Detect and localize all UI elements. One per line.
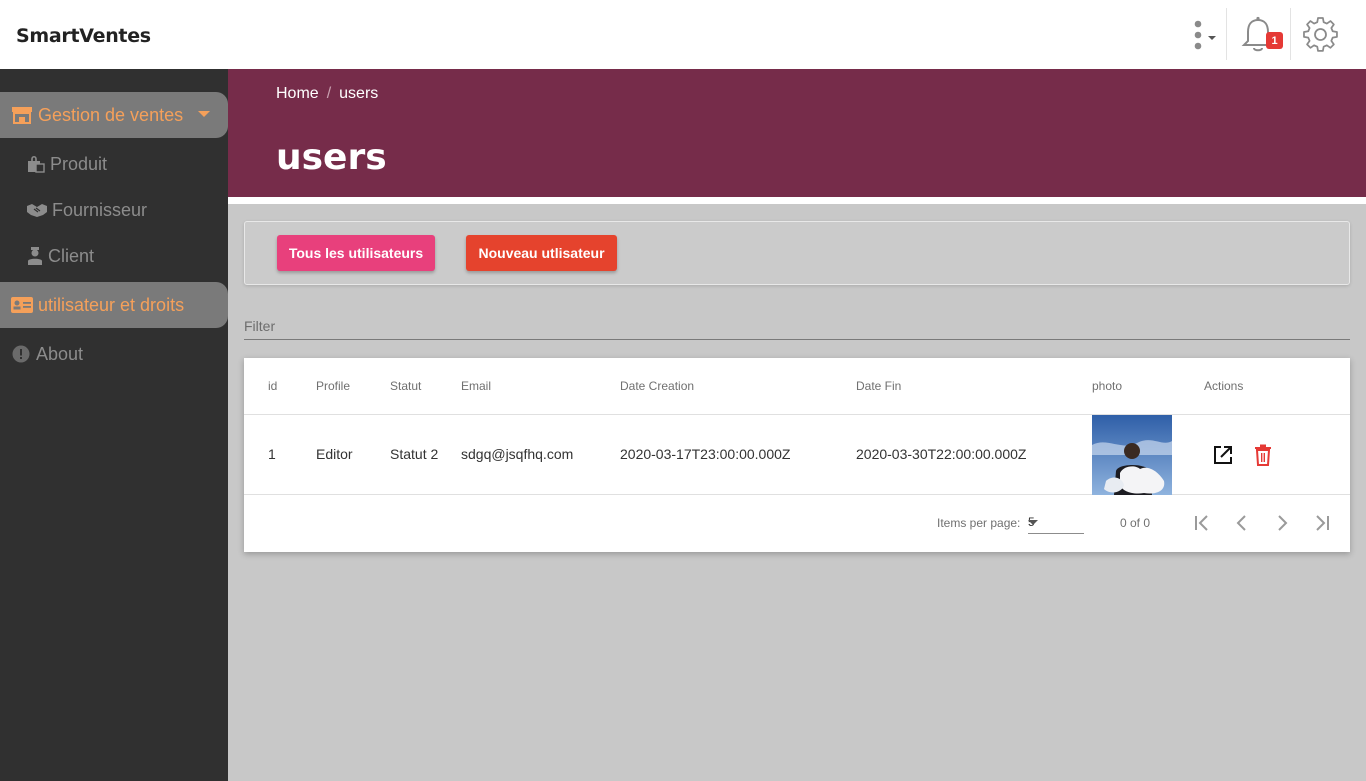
cell-date-creation: 2020-03-17T23:00:00.000Z xyxy=(620,446,791,462)
column-header-email[interactable]: Email xyxy=(461,379,491,393)
users-table: id Profile Statut Email Date Creation Da… xyxy=(244,358,1350,552)
notification-badge: 1 xyxy=(1266,32,1283,49)
handshake-icon xyxy=(26,198,48,222)
breadcrumb-home-link[interactable]: Home xyxy=(276,85,319,103)
user-photo xyxy=(1092,415,1172,495)
toolbar-divider xyxy=(1226,8,1227,60)
trash-icon xyxy=(1255,444,1271,466)
all-users-button[interactable]: Tous les utilisateurs xyxy=(277,235,435,271)
info-icon xyxy=(10,342,32,366)
more-menu-button[interactable] xyxy=(1184,10,1224,60)
page-title: users xyxy=(276,137,387,178)
header-divider xyxy=(228,197,1366,204)
shopping-bag-icon xyxy=(26,152,46,176)
sidebar: Gestion de ventes Produit Fournisseur Cl… xyxy=(0,69,228,781)
column-header-date-creation[interactable]: Date Creation xyxy=(620,379,694,393)
settings-button[interactable] xyxy=(1296,10,1346,60)
breadcrumb-separator: / xyxy=(326,85,332,102)
table-header: id Profile Statut Email Date Creation Da… xyxy=(244,358,1350,415)
cell-id: 1 xyxy=(268,446,276,462)
items-per-page-label: Items per page: xyxy=(937,516,1021,530)
column-header-id[interactable]: id xyxy=(268,379,277,393)
first-page-button[interactable] xyxy=(1188,509,1216,537)
filter-input[interactable] xyxy=(244,318,1350,334)
open-in-new-icon xyxy=(1214,446,1232,464)
notifications-button[interactable]: 1 xyxy=(1230,10,1286,60)
cell-profile: Editor xyxy=(316,446,353,462)
column-header-profile[interactable]: Profile xyxy=(316,379,350,393)
id-card-icon xyxy=(10,293,34,317)
action-card: Tous les utilisateurs Nouveau utlisateur xyxy=(244,221,1350,285)
top-bar: SmartVentes 1 xyxy=(0,0,1366,69)
store-icon xyxy=(10,103,34,127)
chevron-left-icon xyxy=(1236,515,1246,531)
cell-email: sdgq@jsqfhq.com xyxy=(461,446,574,462)
previous-page-button[interactable] xyxy=(1228,509,1256,537)
breadcrumb-current: users xyxy=(339,85,379,102)
sidebar-item-utilisateur-et-droits[interactable]: utilisateur et droits xyxy=(0,282,228,328)
new-user-button[interactable]: Nouveau utlisateur xyxy=(466,235,617,271)
open-user-button[interactable] xyxy=(1210,442,1236,468)
paginator: Items per page: 5 0 of 0 xyxy=(244,495,1350,552)
items-per-page-select[interactable]: 5 xyxy=(1028,512,1084,534)
sidebar-item-label: utilisateur et droits xyxy=(38,294,185,315)
breadcrumb: Home / users xyxy=(276,85,378,103)
sidebar-item-client[interactable]: Client xyxy=(0,233,228,279)
column-header-date-fin[interactable]: Date Fin xyxy=(856,379,901,393)
person-icon xyxy=(26,244,44,268)
toolbar-divider xyxy=(1290,8,1291,60)
sidebar-item-label: Produit xyxy=(50,153,108,174)
first-page-icon xyxy=(1195,515,1208,531)
filter-field xyxy=(244,310,1350,340)
column-header-statut[interactable]: Statut xyxy=(390,379,421,393)
sidebar-item-fournisseur[interactable]: Fournisseur xyxy=(0,187,228,233)
dropdown-arrow-icon xyxy=(1028,520,1038,525)
last-page-button[interactable] xyxy=(1308,509,1336,537)
sidebar-item-about[interactable]: About xyxy=(0,331,228,377)
sidebar-item-label: About xyxy=(36,343,84,364)
sidebar-item-produit[interactable]: Produit xyxy=(0,141,228,187)
chevron-right-icon xyxy=(1278,515,1288,531)
more-vert-icon xyxy=(1194,20,1216,50)
column-header-photo: photo xyxy=(1092,379,1123,393)
app-brand[interactable]: SmartVentes xyxy=(16,25,151,47)
next-page-button[interactable] xyxy=(1268,509,1296,537)
cell-date-fin: 2020-03-30T22:00:00.000Z xyxy=(856,446,1027,462)
page-range-label: 0 of 0 xyxy=(1120,516,1151,530)
gear-icon xyxy=(1303,17,1338,52)
delete-user-button[interactable] xyxy=(1250,442,1276,468)
sidebar-item-gestion-de-ventes[interactable]: Gestion de ventes xyxy=(0,92,228,138)
sidebar-item-label: Fournisseur xyxy=(52,199,148,220)
cell-statut: Statut 2 xyxy=(390,446,439,462)
page-header: Home / users users xyxy=(228,69,1366,197)
sidebar-item-label: Gestion de ventes xyxy=(38,104,184,125)
sidebar-item-label: Client xyxy=(48,245,95,266)
column-header-actions: Actions xyxy=(1204,379,1244,393)
last-page-icon xyxy=(1316,515,1329,531)
chevron-down-icon xyxy=(198,111,210,117)
table-row: 1 Editor Statut 2 sdgq@jsqfhq.com 2020-0… xyxy=(244,415,1350,495)
